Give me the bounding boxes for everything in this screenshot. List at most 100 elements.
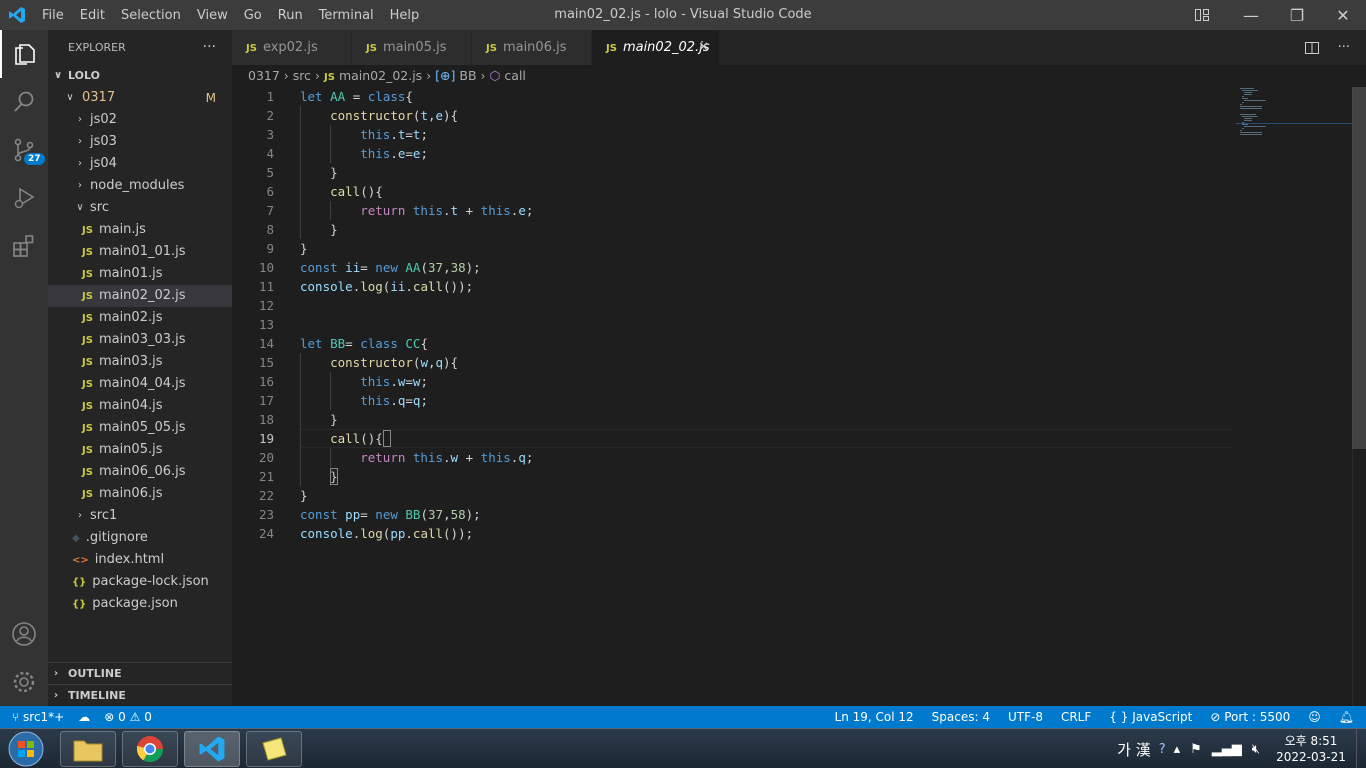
extensions-button[interactable]: [0, 222, 48, 270]
run-debug-button[interactable]: [0, 174, 48, 222]
breadcrumb-src[interactable]: src: [293, 68, 311, 83]
menu-selection[interactable]: Selection: [113, 8, 189, 23]
code-line[interactable]: return this.t + this.e;: [300, 201, 533, 220]
code-line[interactable]: this.t=t;: [300, 125, 428, 144]
tree-item[interactable]: JS main04_04.js: [48, 373, 232, 395]
tree-item[interactable]: ∨ src: [48, 197, 232, 219]
tree-item[interactable]: JS main05.js: [48, 439, 232, 461]
close-window-button[interactable]: ✕: [1320, 0, 1366, 30]
tree-item[interactable]: › node_modules: [48, 175, 232, 197]
tree-item[interactable]: JS main03_03.js: [48, 329, 232, 351]
code-line[interactable]: console.log(ii.call());: [300, 277, 473, 296]
branch-indicator[interactable]: ⑂ src1*+: [12, 706, 64, 728]
tree-item[interactable]: ◆ .gitignore: [48, 527, 232, 549]
tree-item[interactable]: JS main06.js: [48, 483, 232, 505]
tree-item[interactable]: JS main04.js: [48, 395, 232, 417]
tree-item[interactable]: <> index.html: [48, 549, 232, 571]
notifications-icon[interactable]: 🔔︎: [1339, 706, 1354, 728]
action-center-icon[interactable]: ⚑: [1190, 742, 1202, 757]
breadcrumb-call[interactable]: call: [504, 68, 525, 83]
ime-indicator[interactable]: 가 漢: [1117, 739, 1151, 760]
tree-item[interactable]: JS main06_06.js: [48, 461, 232, 483]
code-line[interactable]: }: [300, 220, 338, 239]
clock[interactable]: 오후 8:51 2022-03-21: [1266, 733, 1356, 765]
accounts-button[interactable]: [0, 610, 48, 658]
menu-help[interactable]: Help: [382, 8, 428, 23]
taskbar-chrome[interactable]: [122, 731, 178, 767]
sync-icon[interactable]: ☁: [78, 706, 90, 728]
tree-item[interactable]: {} package-lock.json: [48, 571, 232, 593]
code-line[interactable]: let BB= class CC{: [300, 334, 428, 353]
search-button[interactable]: [0, 78, 48, 126]
tree-item[interactable]: {} package.json: [48, 593, 232, 615]
cursor-position[interactable]: Ln 19, Col 12: [835, 706, 914, 728]
taskbar-vscode[interactable]: [184, 731, 240, 767]
timeline-section[interactable]: › TIMELINE: [48, 684, 232, 706]
code-line[interactable]: constructor(w,q){: [300, 353, 458, 372]
tree-item[interactable]: › js04: [48, 153, 232, 175]
breadcrumb-bb[interactable]: BB: [459, 68, 476, 83]
tab-main02-02[interactable]: JS main02_02.js ✕: [592, 30, 720, 65]
end-of-line[interactable]: CRLF: [1061, 706, 1091, 728]
tab-main06[interactable]: JS main06.js: [472, 30, 592, 65]
breadcrumb-0317[interactable]: 0317: [248, 68, 280, 83]
folder-0317[interactable]: ∨ 0317 M: [48, 87, 232, 109]
tree-item[interactable]: › js03: [48, 131, 232, 153]
windows-start-icon[interactable]: [6, 730, 46, 768]
tree-item[interactable]: JS main01.js: [48, 263, 232, 285]
scrollbar-thumb[interactable]: [1352, 87, 1366, 449]
code-line[interactable]: call(){: [300, 429, 383, 448]
help-icon[interactable]: ?: [1159, 742, 1166, 757]
customize-layout-icon[interactable]: [1194, 7, 1210, 23]
menu-run[interactable]: Run: [270, 8, 311, 23]
explorer-button[interactable]: [0, 30, 48, 78]
tree-item[interactable]: JS main05_05.js: [48, 417, 232, 439]
feedback-icon[interactable]: ☺: [1308, 706, 1321, 728]
menu-edit[interactable]: Edit: [72, 8, 113, 23]
taskbar-file-explorer[interactable]: [60, 731, 116, 767]
code-line[interactable]: console.log(pp.call());: [300, 524, 473, 543]
code-line[interactable]: }: [300, 410, 338, 429]
source-control-button[interactable]: 27: [0, 126, 48, 174]
code-line[interactable]: this.w=w;: [300, 372, 428, 391]
tab-main05[interactable]: JS main05.js: [352, 30, 472, 65]
manage-button[interactable]: [0, 658, 48, 706]
split-editor-icon[interactable]: [1304, 40, 1320, 56]
outline-section[interactable]: › OUTLINE: [48, 662, 232, 684]
maximize-button[interactable]: ❐: [1274, 0, 1320, 30]
minimize-button[interactable]: —: [1228, 0, 1274, 30]
encoding[interactable]: UTF-8: [1008, 706, 1043, 728]
code-editor[interactable]: 1 let AA = class{2 constructor(t,e){3 thi…: [232, 87, 1232, 706]
tree-item[interactable]: JS main02.js: [48, 307, 232, 329]
network-icon[interactable]: ▂▄▆: [1212, 742, 1242, 757]
code-line[interactable]: this.q=q;: [300, 391, 428, 410]
indentation[interactable]: Spaces: 4: [932, 706, 990, 728]
code-line[interactable]: call(){: [300, 182, 383, 201]
menu-file[interactable]: File: [34, 8, 72, 23]
tree-item[interactable]: JS main01_01.js: [48, 241, 232, 263]
live-server-port[interactable]: ⊘ Port : 5500: [1210, 706, 1290, 728]
tree-item[interactable]: JS main03.js: [48, 351, 232, 373]
show-desktop-button[interactable]: [1356, 729, 1366, 768]
tree-item[interactable]: › js02: [48, 109, 232, 131]
workspace-root[interactable]: ∨ LOLO: [48, 65, 232, 87]
code-line[interactable]: this.e=e;: [300, 144, 428, 163]
minimap[interactable]: [1236, 87, 1352, 706]
volume-muted-icon[interactable]: 🔇︎: [1252, 742, 1260, 757]
code-line[interactable]: const pp= new BB(37,58);: [300, 505, 481, 524]
close-tab-icon[interactable]: ✕: [698, 30, 709, 65]
code-line[interactable]: const ii= new AA(37,38);: [300, 258, 481, 277]
code-line[interactable]: constructor(t,e){: [300, 106, 458, 125]
language-mode[interactable]: { } JavaScript: [1109, 706, 1192, 728]
taskbar-sticky-notes[interactable]: [246, 731, 302, 767]
code-line[interactable]: }: [300, 239, 308, 258]
menu-view[interactable]: View: [189, 8, 236, 23]
code-line[interactable]: let AA = class{: [300, 87, 413, 106]
tab-exp02[interactable]: JS exp02.js: [232, 30, 352, 65]
problems-indicator[interactable]: ⊗ 0 ⚠ 0: [104, 706, 152, 728]
breadcrumb-file[interactable]: main02_02.js: [339, 68, 422, 83]
menu-terminal[interactable]: Terminal: [311, 8, 382, 23]
more-actions-icon[interactable]: ···: [203, 30, 216, 65]
code-line[interactable]: return this.w + this.q;: [300, 448, 533, 467]
tree-item[interactable]: JS main.js: [48, 219, 232, 241]
